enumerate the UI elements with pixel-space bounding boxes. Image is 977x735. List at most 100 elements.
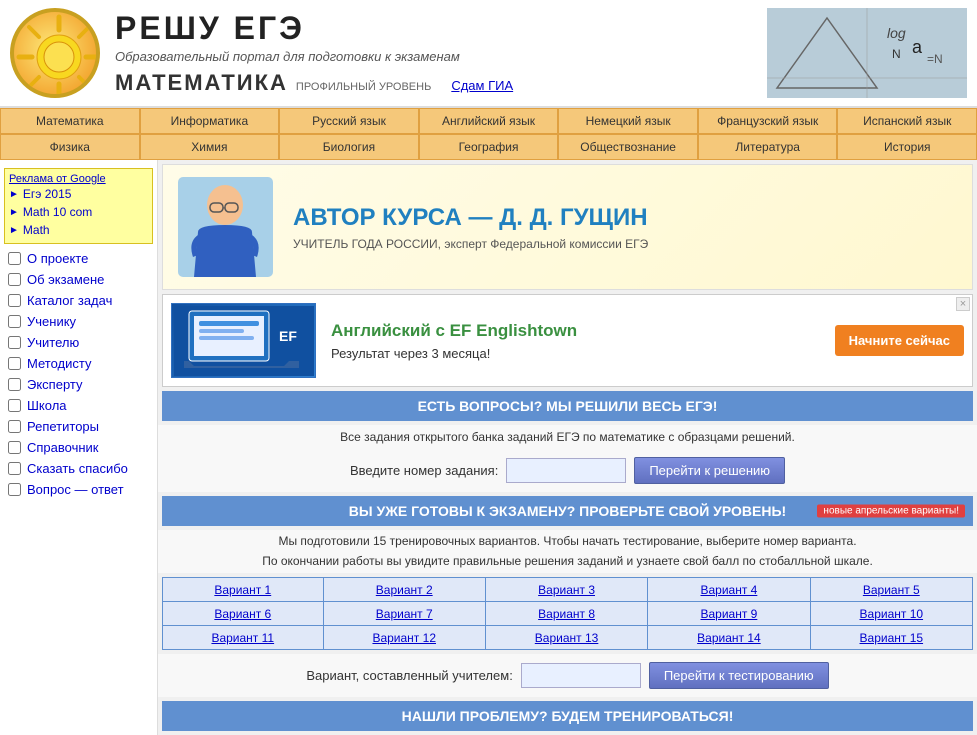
svg-text:N: N <box>892 47 901 61</box>
sidebar-item-shkola[interactable]: Школа <box>0 395 157 416</box>
svg-text:log: log <box>887 25 906 41</box>
nav-geografiya[interactable]: География <box>419 134 559 160</box>
sidebar-item-o-proekte[interactable]: О проекте <box>0 248 157 269</box>
variants-row-1: Вариант 1 Вариант 2 Вариант 3 Вариант 4 … <box>163 578 973 602</box>
nav-german[interactable]: Немецкий язык <box>558 108 698 134</box>
section1-subtext: Все задания открытого банка заданий ЕГЭ … <box>158 425 977 449</box>
nav-row-1: Математика Информатика Русский язык Англ… <box>0 108 977 134</box>
nav-matematika[interactable]: Математика <box>0 108 140 134</box>
variant-1-2[interactable]: Вариант 2 <box>323 578 485 602</box>
nav-english[interactable]: Английский язык <box>419 108 559 134</box>
sidebar-item-vopros[interactable]: Вопрос — ответ <box>0 479 157 500</box>
arrow-icon-3: ► <box>9 225 19 236</box>
nav-himiya[interactable]: Химия <box>140 134 280 160</box>
hero-figure <box>178 177 273 277</box>
sidebar-item-ob-ekzamene[interactable]: Об экзамене <box>0 269 157 290</box>
checkbox-shkola[interactable] <box>8 399 21 412</box>
variant-1-5[interactable]: Вариант 5 <box>810 578 972 602</box>
checkbox-uchitelyu[interactable] <box>8 336 21 349</box>
nav-spanish[interactable]: Испанский язык <box>837 108 977 134</box>
variant-1-3[interactable]: Вариант 3 <box>485 578 647 602</box>
math-title: МАТЕМАТИКА <box>115 70 288 96</box>
nav-french[interactable]: Французский язык <box>698 108 838 134</box>
section3-header: НАШЛИ ПРОБЛЕМУ? БУДЕМ ТРЕНИРОВАТЬСЯ! <box>162 701 973 731</box>
task-input[interactable] <box>506 458 626 483</box>
site-title: РЕШУ ЕГЭ <box>115 10 767 47</box>
sidebar-item-ekspertu[interactable]: Эксперту <box>0 374 157 395</box>
teacher-input[interactable] <box>521 663 641 688</box>
sidebar-ad-item-3[interactable]: ► Math <box>9 221 148 239</box>
gia-link[interactable]: Сдам ГИА <box>451 78 513 93</box>
teacher-label: Вариант, составленный учителем: <box>306 668 512 683</box>
variant-1-4[interactable]: Вариант 4 <box>648 578 810 602</box>
task-submit-button[interactable]: Перейти к решению <box>634 457 785 484</box>
variants-table: Вариант 1 Вариант 2 Вариант 3 Вариант 4 … <box>162 577 973 650</box>
header-text: РЕШУ ЕГЭ Образовательный портал для подг… <box>115 10 767 96</box>
variant-2-1[interactable]: Вариант 6 <box>163 602 324 626</box>
section1-header: ЕСТЬ ВОПРОСЫ? МЫ РЕШИЛИ ВЕСЬ ЕГЭ! <box>162 391 973 421</box>
ad-close-btn[interactable]: × <box>956 297 970 311</box>
nav-literatura[interactable]: Литература <box>698 134 838 160</box>
checkbox-spasibo[interactable] <box>8 462 21 475</box>
teacher-row: Вариант, составленный учителем: Перейти … <box>158 654 977 697</box>
section2-header-wrapper: ВЫ УЖЕ ГОТОВЫ К ЭКЗАМЕНУ? ПРОВЕРЬТЕ СВОЙ… <box>162 496 973 526</box>
sidebar-item-uchitelyu[interactable]: Учителю <box>0 332 157 353</box>
svg-text:=N: =N <box>927 52 943 66</box>
checkbox-vopros[interactable] <box>8 483 21 496</box>
nav-fizika[interactable]: Физика <box>0 134 140 160</box>
checkbox-o-proekte[interactable] <box>8 252 21 265</box>
sidebar-ad-item-2[interactable]: ► Math 10 com <box>9 203 148 221</box>
sidebar-ad-item-1[interactable]: ► Егэ 2015 <box>9 185 148 203</box>
sidebar-item-repetitory[interactable]: Репетиторы <box>0 416 157 437</box>
nav-istoriya[interactable]: История <box>837 134 977 160</box>
hero-subtitle: УЧИТЕЛЬ ГОДА РОССИИ, эксперт Федеральной… <box>293 237 648 251</box>
header-image: log N a =N <box>767 8 967 98</box>
variant-2-2[interactable]: Вариант 7 <box>323 602 485 626</box>
sidebar-item-spasibo[interactable]: Сказать спасибо <box>0 458 157 479</box>
variant-3-2[interactable]: Вариант 12 <box>323 626 485 650</box>
variant-2-5[interactable]: Вариант 10 <box>810 602 972 626</box>
site-subtitle: Образовательный портал для подготовки к … <box>115 49 767 64</box>
ad-banner: × EF Английский <box>162 294 973 387</box>
ad-button[interactable]: Начните сейчас <box>835 325 964 356</box>
checkbox-katalog[interactable] <box>8 294 21 307</box>
sidebar-item-spravochnik[interactable]: Справочник <box>0 437 157 458</box>
nav-biologiya[interactable]: Биология <box>279 134 419 160</box>
hero-title: АВТОР КУРСА — Д. Д. ГУЩИН <box>293 204 648 232</box>
arrow-icon-2: ► <box>9 207 19 218</box>
checkbox-repetitory[interactable] <box>8 420 21 433</box>
sidebar-ad-label: Реклама от Google <box>9 173 148 185</box>
hero-banner: АВТОР КУРСА — Д. Д. ГУЩИН УЧИТЕЛЬ ГОДА Р… <box>162 164 973 290</box>
nav-russian[interactable]: Русский язык <box>279 108 419 134</box>
variant-3-4[interactable]: Вариант 14 <box>648 626 810 650</box>
nav-informatika[interactable]: Информатика <box>140 108 280 134</box>
sidebar-item-katalog[interactable]: Каталог задач <box>0 290 157 311</box>
svg-text:a: a <box>912 37 923 57</box>
ad-subtitle: Результат через 3 месяца! <box>331 346 825 361</box>
checkbox-ob-ekzamene[interactable] <box>8 273 21 286</box>
variant-2-3[interactable]: Вариант 8 <box>485 602 647 626</box>
sidebar-item-ucheniku[interactable]: Ученику <box>0 311 157 332</box>
variant-3-3[interactable]: Вариант 13 <box>485 626 647 650</box>
variants-row-2: Вариант 6 Вариант 7 Вариант 8 Вариант 9 … <box>163 602 973 626</box>
variants-row-3: Вариант 11 Вариант 12 Вариант 13 Вариант… <box>163 626 973 650</box>
sidebar-ad-section: Реклама от Google ► Егэ 2015 ► Math 10 c… <box>4 168 153 244</box>
checkbox-ucheniku[interactable] <box>8 315 21 328</box>
variant-3-5[interactable]: Вариант 15 <box>810 626 972 650</box>
checkbox-metodistu[interactable] <box>8 357 21 370</box>
checkbox-ekspertu[interactable] <box>8 378 21 391</box>
main-layout: Реклама от Google ► Егэ 2015 ► Math 10 c… <box>0 160 977 735</box>
variant-3-1[interactable]: Вариант 11 <box>163 626 324 650</box>
ad-title: Английский с EF Englishtown <box>331 321 825 341</box>
ad-image: EF <box>171 303 316 378</box>
variant-2-4[interactable]: Вариант 9 <box>648 602 810 626</box>
checkbox-spravochnik[interactable] <box>8 441 21 454</box>
sidebar-item-metodistu[interactable]: Методисту <box>0 353 157 374</box>
task-label: Введите номер задания: <box>350 463 498 478</box>
header: РЕШУ ЕГЭ Образовательный портал для подг… <box>0 0 977 108</box>
section2-subtext2: По окончании работы вы увидите правильны… <box>158 552 977 573</box>
nav-obshchestvo[interactable]: Обществознание <box>558 134 698 160</box>
arrow-icon-1: ► <box>9 189 19 200</box>
teacher-submit-button[interactable]: Перейти к тестированию <box>649 662 829 689</box>
variant-1-1[interactable]: Вариант 1 <box>163 578 324 602</box>
